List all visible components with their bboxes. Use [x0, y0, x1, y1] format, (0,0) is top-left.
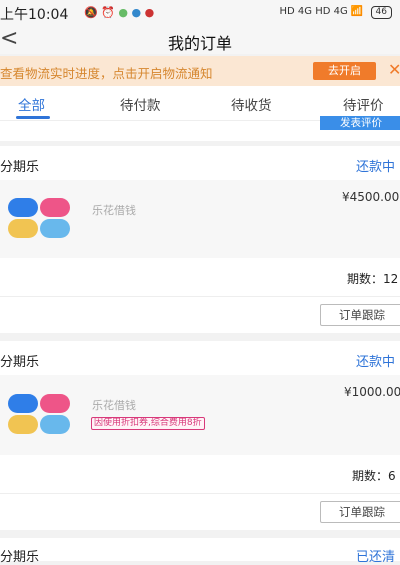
bell-off-icon: 🔕 — [84, 6, 98, 19]
banner-text: 查看物流实时进度，点击开启物流通知 — [0, 66, 213, 81]
qq-icon: ● — [131, 6, 142, 19]
tab-pending-payment[interactable]: 待付款 — [120, 94, 161, 114]
periods-text: 期数：12 — [347, 272, 399, 286]
order-tracking-button[interactable]: 订单跟踪 — [320, 501, 400, 523]
fenqile-logo — [8, 394, 70, 434]
close-icon[interactable]: ✕ — [388, 60, 400, 79]
fenqile-logo — [8, 198, 70, 238]
shop-name: 分期乐 — [0, 355, 40, 370]
status-right: HD 4G HD 4G 📶 46 — [280, 6, 392, 19]
battery-icon: 46 — [370, 6, 392, 19]
product-price: ¥4500.00 — [342, 190, 400, 204]
shop-name: 分期乐 — [0, 160, 40, 175]
logistics-banner: 查看物流实时进度，点击开启物流通知 去开启 ✕ — [0, 56, 400, 86]
wifi-icon: 📶 — [350, 6, 364, 17]
order-status: 还款中 — [356, 160, 396, 175]
order-actions: 订单跟踪 — [0, 297, 400, 333]
order-actions: 订单跟踪 — [0, 494, 400, 530]
order-header: 分期乐 还款中 — [0, 341, 400, 375]
order-status: 还款中 — [356, 355, 396, 370]
tab-pending-receipt[interactable]: 待收货 — [231, 94, 272, 114]
order-periods-row: 期数：6 — [0, 455, 400, 494]
order-status: 已还清 — [356, 550, 396, 565]
order-header: 分期乐 还款中 — [0, 146, 400, 180]
order-tabs: 全部 待付款 待收货 待评价 — [0, 86, 400, 120]
periods-text: 期数：6 — [352, 469, 396, 483]
previous-card-footer: 发表评价 — [0, 116, 400, 141]
product-price: ¥1000.00 — [344, 385, 400, 399]
status-time: 上午10:04 — [0, 7, 69, 23]
review-button[interactable]: 发表评价 — [320, 116, 400, 130]
order-product[interactable]: 乐花借钱 因使用折扣券,综合费用8折 ¥1000.00 — [0, 375, 400, 455]
enable-button[interactable]: 去开启 — [313, 62, 376, 80]
nav-bar: < 我的订单 — [0, 26, 400, 54]
tab-pending-review[interactable]: 待评价 — [343, 94, 384, 114]
netease-icon: ● — [144, 6, 155, 19]
alarm-icon: ⏰ — [101, 6, 115, 19]
product-name: 乐花借钱 — [92, 204, 136, 217]
status-bar: 上午10:04 🔕 ⏰ ● ● ● HD 4G HD 4G 📶 46 — [0, 0, 400, 26]
shop-name: 分期乐 — [0, 550, 40, 565]
active-tab-indicator — [16, 116, 50, 119]
product-name: 乐花借钱 — [92, 399, 136, 412]
discount-tag: 因使用折扣券,综合费用8折 — [91, 417, 205, 430]
notification-icons: 🔕 ⏰ ● ● ● — [84, 6, 154, 19]
order-header: 分期乐 已还清 — [0, 538, 400, 565]
order-periods-row: 期数：12 — [0, 258, 400, 297]
order-product[interactable]: 乐花借钱 ¥4500.00 — [0, 180, 400, 258]
tab-all[interactable]: 全部 — [18, 94, 45, 114]
wechat-icon: ● — [118, 6, 129, 19]
page-title: 我的订单 — [167, 34, 232, 53]
signal-text: HD 4G HD 4G — [279, 6, 348, 17]
order-tracking-button[interactable]: 订单跟踪 — [320, 304, 400, 326]
